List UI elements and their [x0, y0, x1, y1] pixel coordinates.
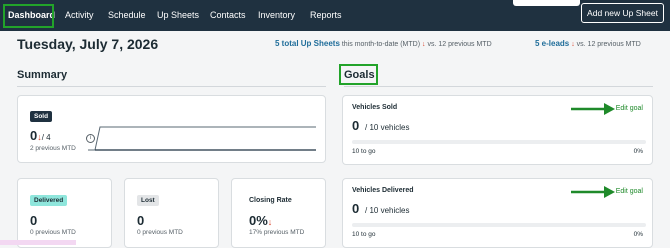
- top-navigation-bar: Dashboard Activity Schedule Up Sheets Co…: [0, 0, 670, 31]
- goal-progress-bar: [352, 223, 646, 227]
- arrow-down-icon: ↓: [571, 41, 575, 48]
- nav-schedule[interactable]: Schedule: [108, 10, 146, 20]
- upsheets-count-link[interactable]: 5 total Up Sheets: [275, 39, 340, 48]
- upsheets-mtd-stat: 5 total Up Sheets this month-to-date (MT…: [275, 39, 492, 48]
- page-title-date: Tuesday, July 7, 2026: [17, 36, 159, 52]
- delivered-previous: 0 previous MTD: [30, 229, 76, 236]
- delivered-card[interactable]: Delivered 0 0 previous MTD: [17, 178, 112, 248]
- goal-value: 0: [352, 118, 360, 133]
- goals-divider: [344, 86, 653, 87]
- dashboard-annotation-box: [3, 4, 54, 28]
- upsheets-suffix: this month-to-date (MTD): [341, 41, 421, 48]
- pink-edge-strip: [0, 240, 76, 245]
- nav-up-sheets[interactable]: Up Sheets: [157, 10, 199, 20]
- green-arrow-annotation-icon: [571, 186, 615, 198]
- eleads-count-link[interactable]: 5 e-leads: [535, 39, 569, 48]
- nav-search-field[interactable]: [513, 0, 580, 6]
- sold-badge: Sold: [30, 111, 53, 122]
- arrow-down-icon: ↓: [422, 41, 426, 48]
- add-up-sheet-button[interactable]: Add new Up Sheet: [581, 3, 664, 23]
- closing-rate-card[interactable]: Closing Rate 0%↓ 17% previous MTD: [231, 178, 326, 248]
- sold-value: 0↓/ 4: [30, 128, 51, 143]
- delivered-value: 0: [30, 213, 38, 228]
- goal-percent: 0%: [633, 148, 643, 155]
- goal-title: Vehicles Delivered: [352, 187, 414, 194]
- summary-section-title: Summary: [17, 69, 68, 81]
- closing-rate-previous: 17% previous MTD: [249, 229, 305, 236]
- closing-rate-value: 0%↓: [249, 213, 273, 228]
- lost-value: 0: [137, 213, 145, 228]
- delivered-badge: Delivered: [30, 195, 68, 206]
- edit-goal-link[interactable]: Edit goal: [616, 188, 643, 195]
- lost-previous: 0 previous MTD: [137, 229, 183, 236]
- arrow-down-icon: ↓: [267, 217, 273, 227]
- nav-activity[interactable]: Activity: [65, 10, 94, 20]
- upsheets-compare: vs. 12 previous MTD: [427, 41, 492, 48]
- goal-value: 0: [352, 201, 360, 216]
- goals-annotation-box: [339, 64, 378, 85]
- eleads-mtd-stat: 5 e-leads ↓ vs. 12 previous MTD: [535, 39, 641, 48]
- goal-to-go: 10 to go: [352, 148, 376, 155]
- nav-reports[interactable]: Reports: [310, 10, 342, 20]
- goal-percent: 0%: [633, 231, 643, 238]
- nav-contacts[interactable]: Contacts: [210, 10, 246, 20]
- lost-badge: Lost: [137, 195, 159, 206]
- goal-target: / 10 vehicles: [365, 206, 410, 215]
- eleads-compare: vs. 12 previous MTD: [576, 41, 641, 48]
- goal-card-vehicles-sold[interactable]: Vehicles Sold Edit goal 0 / 10 vehicles …: [342, 95, 653, 165]
- goal-target: / 10 vehicles: [365, 123, 410, 132]
- sold-card[interactable]: Sold 0↓/ 4 i 2 previous MTD: [17, 95, 326, 163]
- closing-rate-label: Closing Rate: [249, 197, 292, 204]
- sold-trend-sparkline: [88, 126, 316, 151]
- goal-title: Vehicles Sold: [352, 104, 398, 111]
- lost-card[interactable]: Lost 0 0 previous MTD: [124, 178, 219, 248]
- nav-inventory[interactable]: Inventory: [258, 10, 295, 20]
- goal-to-go: 10 to go: [352, 231, 376, 238]
- green-arrow-annotation-icon: [571, 103, 615, 115]
- goal-progress-bar: [352, 140, 646, 144]
- sold-previous: 2 previous MTD: [30, 145, 76, 152]
- goal-card-vehicles-delivered[interactable]: Vehicles Delivered Edit goal 0 / 10 vehi…: [342, 178, 653, 248]
- edit-goal-link[interactable]: Edit goal: [616, 105, 643, 112]
- summary-divider: [17, 86, 326, 87]
